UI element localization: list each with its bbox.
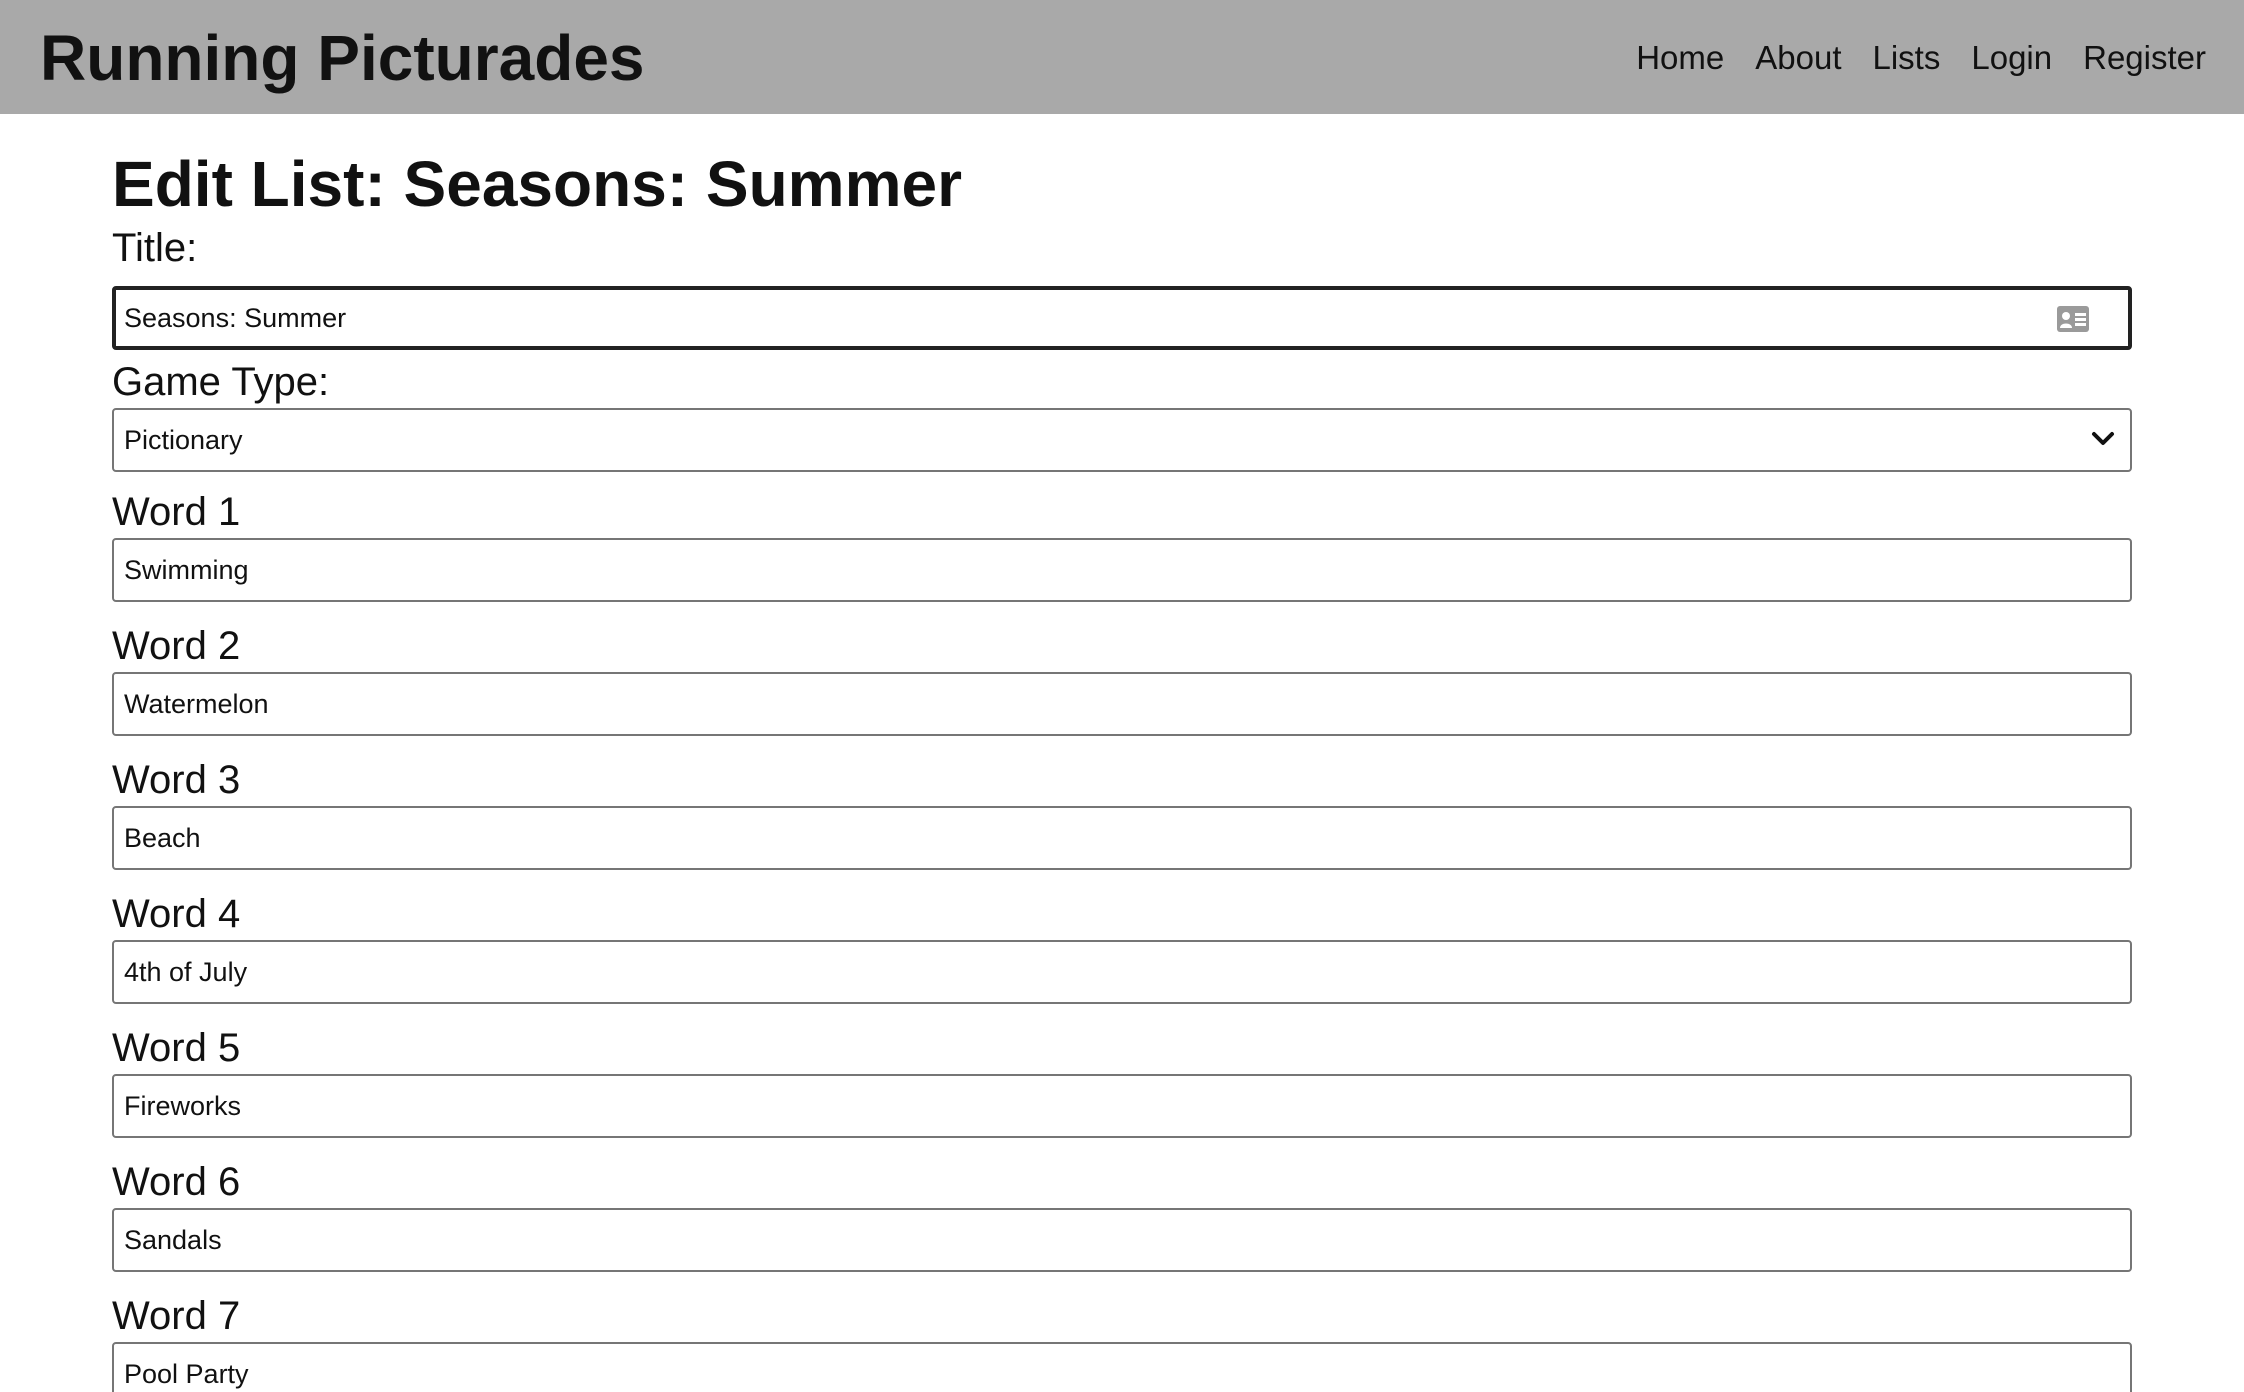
- word-field-group: Word 5: [112, 1026, 2132, 1138]
- nav-link-lists[interactable]: Lists: [1873, 34, 1941, 82]
- contact-card-icon[interactable]: [2056, 305, 2090, 333]
- word-2-input[interactable]: [112, 672, 2132, 736]
- word-7-input[interactable]: [112, 1342, 2132, 1392]
- word-field-group: Word 4: [112, 892, 2132, 1004]
- game-type-label: Game Type:: [112, 360, 330, 404]
- word-4-input[interactable]: [112, 940, 2132, 1004]
- chevron-down-icon: [2092, 432, 2114, 445]
- word-label: Word 7: [112, 1294, 241, 1338]
- word-field-group: Word 1: [112, 490, 2132, 602]
- word-label: Word 4: [112, 892, 241, 936]
- nav-link-about[interactable]: About: [1755, 34, 1841, 82]
- nav-link-login[interactable]: Login: [1971, 34, 2052, 82]
- navbar: Running Picturades Home About Lists Logi…: [0, 0, 2244, 114]
- word-label: Word 1: [112, 490, 241, 534]
- site-brand[interactable]: Running Picturades: [40, 18, 645, 98]
- game-type-select[interactable]: Pictionary: [112, 408, 2132, 472]
- word-6-input[interactable]: [112, 1208, 2132, 1272]
- word-field-group: Word 2: [112, 624, 2132, 736]
- word-label: Word 6: [112, 1160, 241, 1204]
- word-field-group: Word 3: [112, 758, 2132, 870]
- word-label: Word 3: [112, 758, 241, 802]
- word-1-input[interactable]: [112, 538, 2132, 602]
- page: Running Picturades Home About Lists Logi…: [0, 0, 2244, 1392]
- word-field-group: Word 7: [112, 1294, 2132, 1392]
- word-field-group: Word 6: [112, 1160, 2132, 1272]
- nav-link-home[interactable]: Home: [1636, 34, 1724, 82]
- nav-link-register[interactable]: Register: [2083, 34, 2206, 82]
- title-input[interactable]: [112, 286, 2132, 350]
- word-3-input[interactable]: [112, 806, 2132, 870]
- nav-links: Home About Lists Login Register: [1636, 34, 2206, 82]
- title-label: Title:: [112, 226, 198, 270]
- page-title: Edit List: Seasons: Summer: [112, 148, 962, 220]
- title-field-group: Title:: [112, 226, 2132, 350]
- word-label: Word 5: [112, 1026, 241, 1070]
- word-label: Word 2: [112, 624, 241, 668]
- game-type-field-group: Game Type: Pictionary: [112, 360, 2132, 472]
- word-5-input[interactable]: [112, 1074, 2132, 1138]
- game-type-selected-value: Pictionary: [124, 425, 243, 455]
